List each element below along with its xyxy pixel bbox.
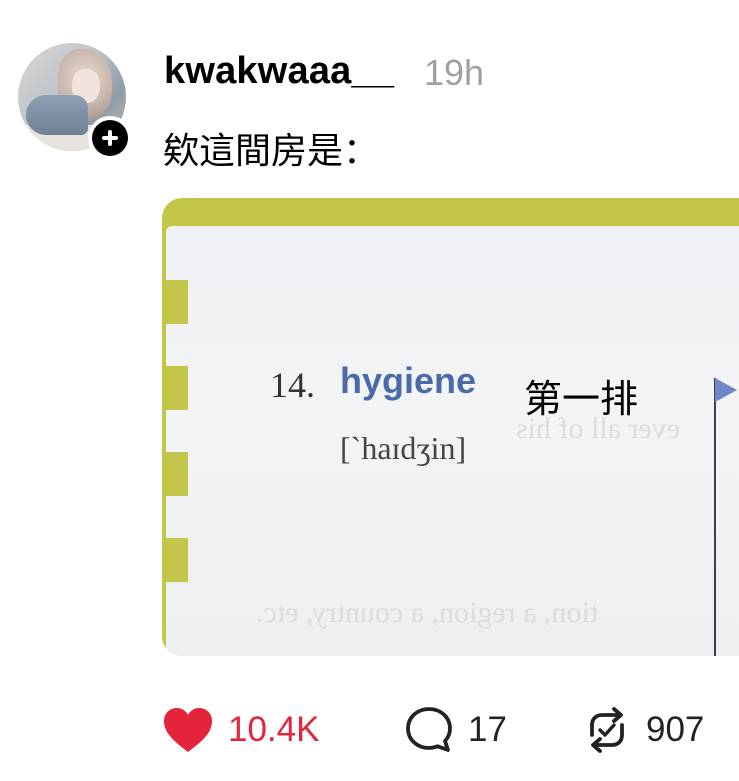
repost-icon bbox=[590, 707, 624, 753]
plus-icon bbox=[92, 120, 128, 156]
follow-button[interactable] bbox=[88, 116, 132, 160]
page-divider bbox=[714, 378, 716, 656]
heart-icon bbox=[164, 708, 212, 752]
post-caption: 欸這間房是： bbox=[163, 131, 380, 172]
overlay-text: 第一排 bbox=[524, 377, 639, 421]
bleed-through-text: tion, a region, a country, etc. bbox=[256, 596, 599, 629]
arrow-marker-icon bbox=[715, 378, 737, 402]
like-button[interactable]: 10.4K bbox=[162, 700, 319, 760]
page-tab bbox=[166, 366, 188, 410]
reply-count: 17 bbox=[468, 710, 507, 749]
comment-icon bbox=[406, 707, 452, 752]
repost-count: 907 bbox=[646, 710, 705, 749]
action-bar: 10.4K 17 907 bbox=[162, 700, 722, 760]
entry-number: 14. bbox=[270, 365, 315, 405]
book-page: ever all of his tion, a region, a countr… bbox=[166, 226, 739, 656]
timestamp: 19h bbox=[424, 52, 485, 93]
repost-button[interactable]: 907 bbox=[582, 700, 704, 760]
post-image[interactable]: ever all of his tion, a region, a countr… bbox=[162, 198, 739, 656]
username[interactable]: kwakwaaa__ bbox=[164, 50, 394, 93]
vocab-word: hygiene bbox=[340, 360, 477, 401]
page-tab bbox=[166, 452, 188, 496]
phonetic-transcription: [`haɪdʒin] bbox=[340, 430, 467, 466]
avatar-sleeve bbox=[26, 95, 88, 135]
like-count: 10.4K bbox=[228, 710, 320, 749]
page-tab bbox=[166, 538, 188, 582]
reply-button[interactable]: 17 bbox=[404, 700, 507, 760]
page-tab bbox=[166, 280, 188, 324]
